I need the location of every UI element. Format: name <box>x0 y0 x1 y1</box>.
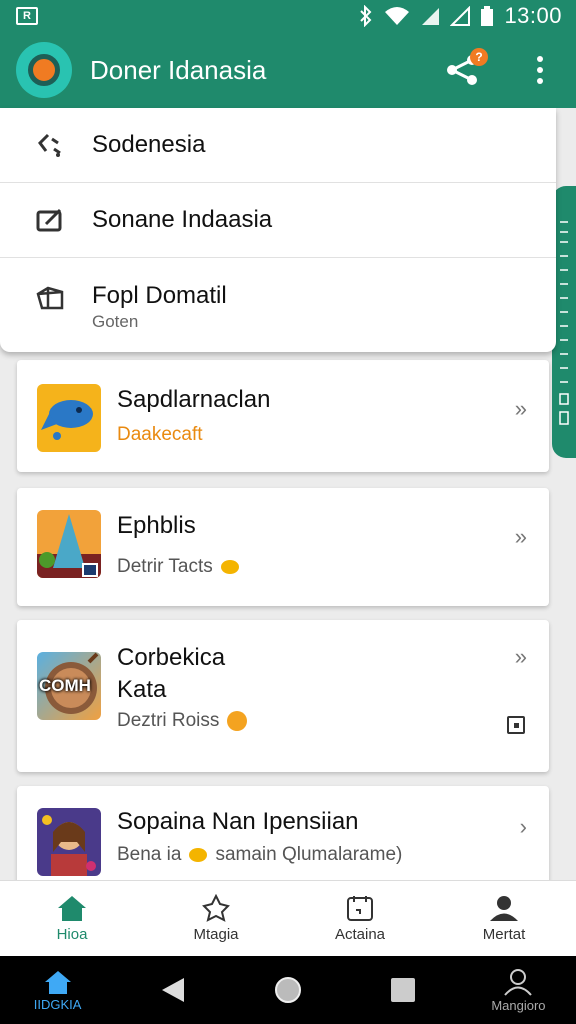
share-button[interactable]: ? <box>442 48 488 90</box>
chevron-right-icon[interactable]: » <box>515 396 527 422</box>
system-recents-button[interactable] <box>346 956 461 1024</box>
app-title: Doner Idanasia <box>90 54 267 85</box>
system-back-button[interactable] <box>115 956 230 1024</box>
dropdown-menu: Sodenesia Sonane Indaasia Fopl Domatil G… <box>0 108 556 352</box>
side-tab-pattern-icon <box>559 221 569 425</box>
home-icon <box>58 896 86 921</box>
card-subtitle-text: Deztri Roiss <box>117 710 220 731</box>
app-card[interactable]: Ephblis Detrir Tacts » <box>17 488 549 606</box>
nav-activity[interactable]: Actaina <box>288 881 432 956</box>
menu-label: Sonane Indaasia <box>92 206 273 233</box>
person-icon <box>504 968 533 996</box>
nav-label: Mertat <box>482 926 526 943</box>
app-logo[interactable] <box>16 42 72 98</box>
system-home-tab[interactable]: IIDGKIA <box>0 956 115 1024</box>
app-card[interactable]: COMH Corbekica Kata Deztri Roiss » <box>17 620 549 772</box>
card-subtitle: Bena ia samain Qlumalarame) <box>117 844 402 866</box>
card-subtitle: Deztri Roiss <box>117 710 248 732</box>
signal-icon-2 <box>450 6 471 26</box>
menu-label: Sodenesia <box>92 131 206 158</box>
nav-explore[interactable]: Mtagia <box>144 881 288 956</box>
home-icon <box>44 970 71 994</box>
card-title: Sopaina Nan Ipensiian <box>117 808 359 835</box>
nav-label: Mtagia <box>193 926 239 943</box>
menu-item-fopl-domatil[interactable]: Fopl Domatil Goten <box>0 258 556 352</box>
notification-icon: R <box>16 7 38 25</box>
signal-icon <box>422 8 440 25</box>
bottom-navigation: Hioa Mtagia Actaina Mertat <box>0 880 576 956</box>
share-badge: ? <box>470 48 488 66</box>
coin-icon <box>189 848 208 862</box>
card-title: Corbekica <box>117 644 226 671</box>
link-icon <box>34 129 66 161</box>
system-account-tab[interactable]: Mangioro <box>461 956 576 1024</box>
fish-app-icon <box>37 384 101 452</box>
app-bar: Doner Idanasia ? <box>0 32 576 108</box>
menu-label: Fopl Domatil <box>92 282 227 309</box>
more-options-button[interactable] <box>528 50 552 90</box>
system-navigation-bar: IIDGKIA Mangioro <box>0 956 576 1024</box>
nav-profile[interactable]: Mertat <box>432 881 576 956</box>
card-subtitle-text: Detrir Tacts <box>117 556 213 577</box>
edit-icon <box>34 204 66 236</box>
chevron-right-icon[interactable]: » <box>515 644 527 670</box>
circle-home-icon <box>275 977 301 1003</box>
nav-label: Hioa <box>56 926 88 943</box>
system-home-button[interactable] <box>230 956 345 1024</box>
system-nav-label: IIDGKIA <box>33 996 82 1012</box>
box-icon <box>34 282 66 314</box>
calendar-icon <box>347 896 373 921</box>
menu-sublabel: Goten <box>92 312 139 331</box>
system-nav-label: Mangioro <box>491 997 546 1013</box>
chevron-right-icon[interactable]: » <box>515 524 527 550</box>
card-title-line2: Kata <box>117 676 167 703</box>
card-title: Sapdlarnaclan <box>117 386 271 413</box>
coin-icon <box>227 711 248 731</box>
chevron-right-icon[interactable]: › <box>520 814 527 840</box>
card-title: Ephblis <box>117 512 196 539</box>
app-icon-text: COMH <box>39 676 91 695</box>
card-subtitle-text: samain Qlumalarame) <box>215 844 403 865</box>
profile-icon <box>490 896 518 921</box>
nav-home[interactable]: Hioa <box>0 881 144 956</box>
bluetooth-icon <box>360 5 372 27</box>
nav-label: Actaina <box>334 926 386 943</box>
card-subtitle: Detrir Tacts <box>117 556 239 578</box>
character-app-icon <box>37 808 101 876</box>
cone-app-icon <box>37 510 101 578</box>
clock: 13:00 <box>504 3 562 28</box>
menu-item-sonane-indaasia[interactable]: Sonane Indaasia <box>0 183 556 258</box>
card-subtitle-text: Daakecaft <box>117 424 203 445</box>
save-icon[interactable] <box>507 716 525 734</box>
wifi-icon <box>385 7 410 25</box>
app-card[interactable]: Sapdlarnaclan Daakecaft » <box>17 360 549 472</box>
card-subtitle: Daakecaft <box>117 424 203 446</box>
menu-item-sodenesia[interactable]: Sodenesia <box>0 108 556 183</box>
battery-icon <box>481 6 494 26</box>
status-bar: R 13:00 <box>0 0 576 32</box>
recents-icon <box>391 978 416 1002</box>
back-icon <box>161 978 184 1002</box>
coin-app-icon: COMH <box>37 652 101 720</box>
card-subtitle-prefix: Bena ia <box>117 844 182 865</box>
crown-icon <box>220 560 239 574</box>
explore-icon <box>202 894 230 922</box>
